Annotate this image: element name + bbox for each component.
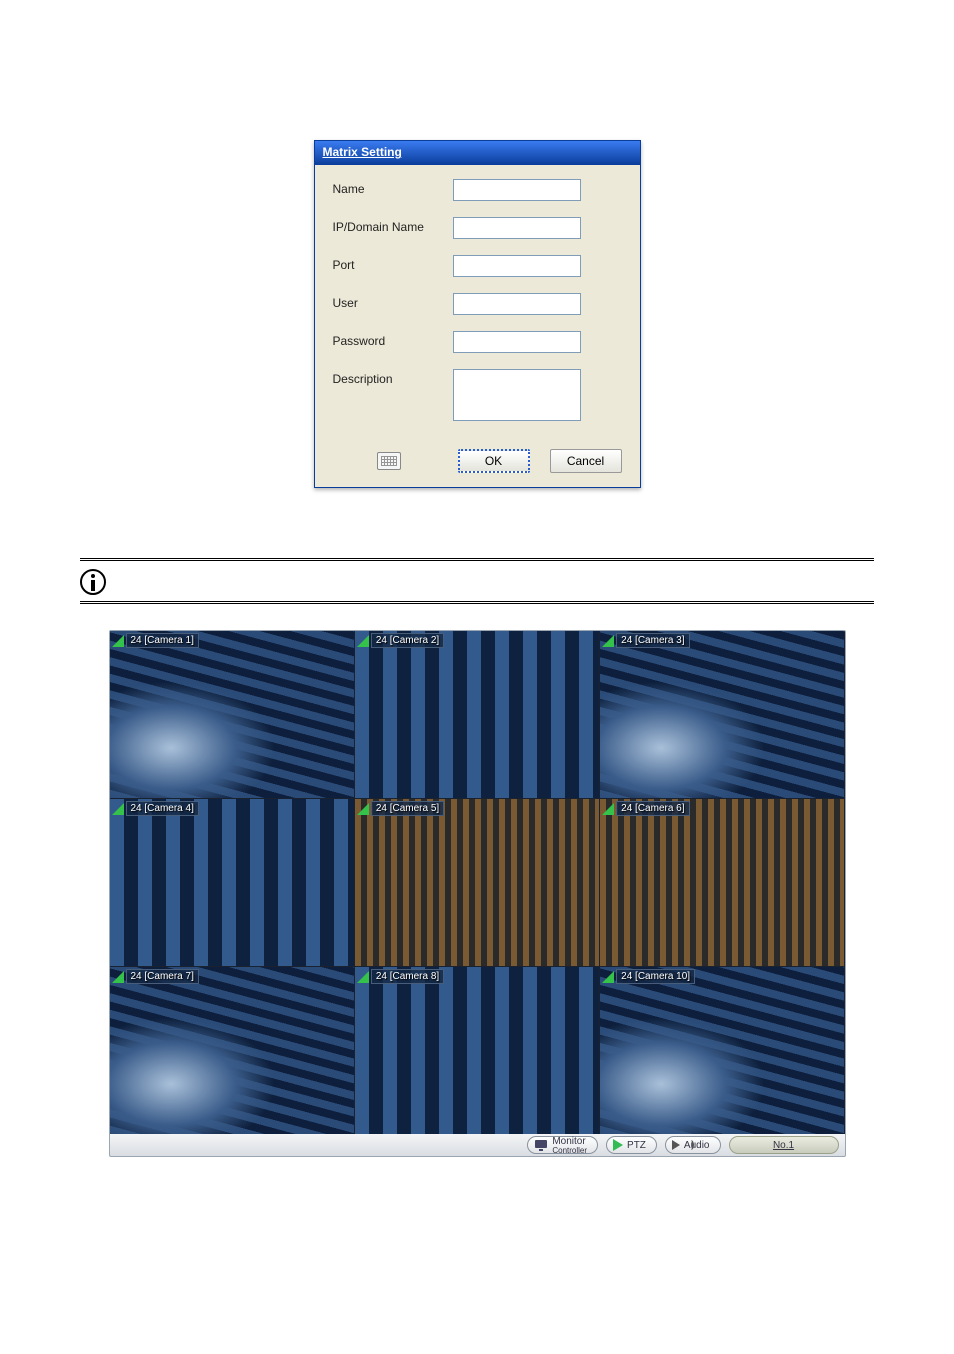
camera-label: 24 [Camera 6]: [616, 801, 689, 816]
camera-label: 24 [Camera 8]: [371, 969, 444, 984]
camera-label: 24 [Camera 7]: [126, 969, 199, 984]
form-row-port: Port: [333, 255, 622, 277]
matrix-setting-dialog: Matrix Setting Name IP/Domain Name Port …: [314, 140, 641, 488]
description-input[interactable]: [453, 369, 581, 421]
camera-status-icon: [602, 971, 614, 983]
camera-status-icon: [112, 803, 124, 815]
camera-cell-3[interactable]: 24 [Camera 3]: [600, 631, 844, 798]
monitor-label-top: Monitor: [552, 1136, 585, 1147]
form-row-password: Password: [333, 331, 622, 353]
form-row-user: User: [333, 293, 622, 315]
ipdomain-label: IP/Domain Name: [333, 217, 453, 234]
ptz-icon: [613, 1139, 623, 1151]
speaker-icon: [672, 1140, 680, 1150]
camera-status-icon: [112, 971, 124, 983]
camera-status-icon: [602, 803, 614, 815]
camera-overlay: 24 [Camera 8]: [357, 969, 444, 984]
camera-label: 24 [Camera 5]: [371, 801, 444, 816]
camera-status-icon: [357, 635, 369, 647]
camera-overlay: 24 [Camera 3]: [602, 633, 689, 648]
camera-label: 24 [Camera 3]: [616, 633, 689, 648]
camera-label: 24 [Camera 1]: [126, 633, 199, 648]
camera-cell-8[interactable]: 24 [Camera 8]: [355, 967, 599, 1134]
user-input[interactable]: [453, 293, 581, 315]
camera-cell-2[interactable]: 24 [Camera 2]: [355, 631, 599, 798]
camera-label: 24 [Camera 10]: [616, 969, 695, 984]
name-input[interactable]: [453, 179, 581, 201]
camera-status-icon: [602, 635, 614, 647]
camera-cell-7[interactable]: 24 [Camera 7]: [110, 967, 354, 1134]
camera-overlay: 24 [Camera 7]: [112, 969, 199, 984]
info-icon: [80, 569, 106, 595]
camera-label: 24 [Camera 4]: [126, 801, 199, 816]
camera-overlay: 24 [Camera 6]: [602, 801, 689, 816]
dialog-button-row: OK Cancel: [315, 445, 640, 487]
port-input[interactable]: [453, 255, 581, 277]
camera-status-icon: [357, 803, 369, 815]
camera-grid: 24 [Camera 1] 24 [Camera 2] 24 [Camera 3…: [110, 631, 845, 1134]
form-row-ipdomain: IP/Domain Name: [333, 217, 622, 239]
divider-bottom: [80, 601, 874, 604]
name-label: Name: [333, 179, 453, 196]
matrix-toolbar: Monitor Controller PTZ Audio No.1: [110, 1134, 845, 1156]
password-label: Password: [333, 331, 453, 348]
monitor-icon: [534, 1139, 548, 1151]
monitor-label-bottom: Controller: [552, 1147, 587, 1155]
camera-matrix-panel: 24 [Camera 1] 24 [Camera 2] 24 [Camera 3…: [109, 630, 846, 1157]
camera-cell-6[interactable]: 24 [Camera 6]: [600, 799, 844, 966]
description-label: Description: [333, 369, 453, 386]
ok-button[interactable]: OK: [458, 449, 530, 473]
camera-cell-9[interactable]: 24 [Camera 10]: [600, 967, 844, 1134]
dialog-titlebar[interactable]: Matrix Setting: [315, 141, 640, 165]
camera-cell-1[interactable]: 24 [Camera 1]: [110, 631, 354, 798]
camera-status-icon: [357, 971, 369, 983]
monitor-controller-button[interactable]: Monitor Controller: [527, 1136, 598, 1154]
password-input[interactable]: [453, 331, 581, 353]
user-label: User: [333, 293, 453, 310]
ptz-label: PTZ: [627, 1140, 646, 1151]
camera-cell-5[interactable]: 24 [Camera 5]: [355, 799, 599, 966]
divider-top: [80, 558, 874, 561]
slot-indicator[interactable]: No.1: [729, 1136, 839, 1154]
camera-overlay: 24 [Camera 4]: [112, 801, 199, 816]
dialog-body: Name IP/Domain Name Port User Password D: [315, 165, 640, 445]
audio-button[interactable]: Audio: [665, 1136, 721, 1154]
camera-overlay: 24 [Camera 2]: [357, 633, 444, 648]
info-row: [80, 569, 874, 595]
ipdomain-input[interactable]: [453, 217, 581, 239]
ptz-button[interactable]: PTZ: [606, 1136, 657, 1154]
camera-overlay: 24 [Camera 10]: [602, 969, 695, 984]
camera-overlay: 24 [Camera 5]: [357, 801, 444, 816]
camera-label: 24 [Camera 2]: [371, 633, 444, 648]
camera-overlay: 24 [Camera 1]: [112, 633, 199, 648]
cancel-button[interactable]: Cancel: [550, 449, 622, 473]
form-row-name: Name: [333, 179, 622, 201]
form-row-description: Description: [333, 369, 622, 421]
keyboard-icon[interactable]: [377, 452, 401, 470]
camera-status-icon: [112, 635, 124, 647]
camera-cell-4[interactable]: 24 [Camera 4]: [110, 799, 354, 966]
document-page: Matrix Setting Name IP/Domain Name Port …: [0, 0, 954, 1217]
port-label: Port: [333, 255, 453, 272]
